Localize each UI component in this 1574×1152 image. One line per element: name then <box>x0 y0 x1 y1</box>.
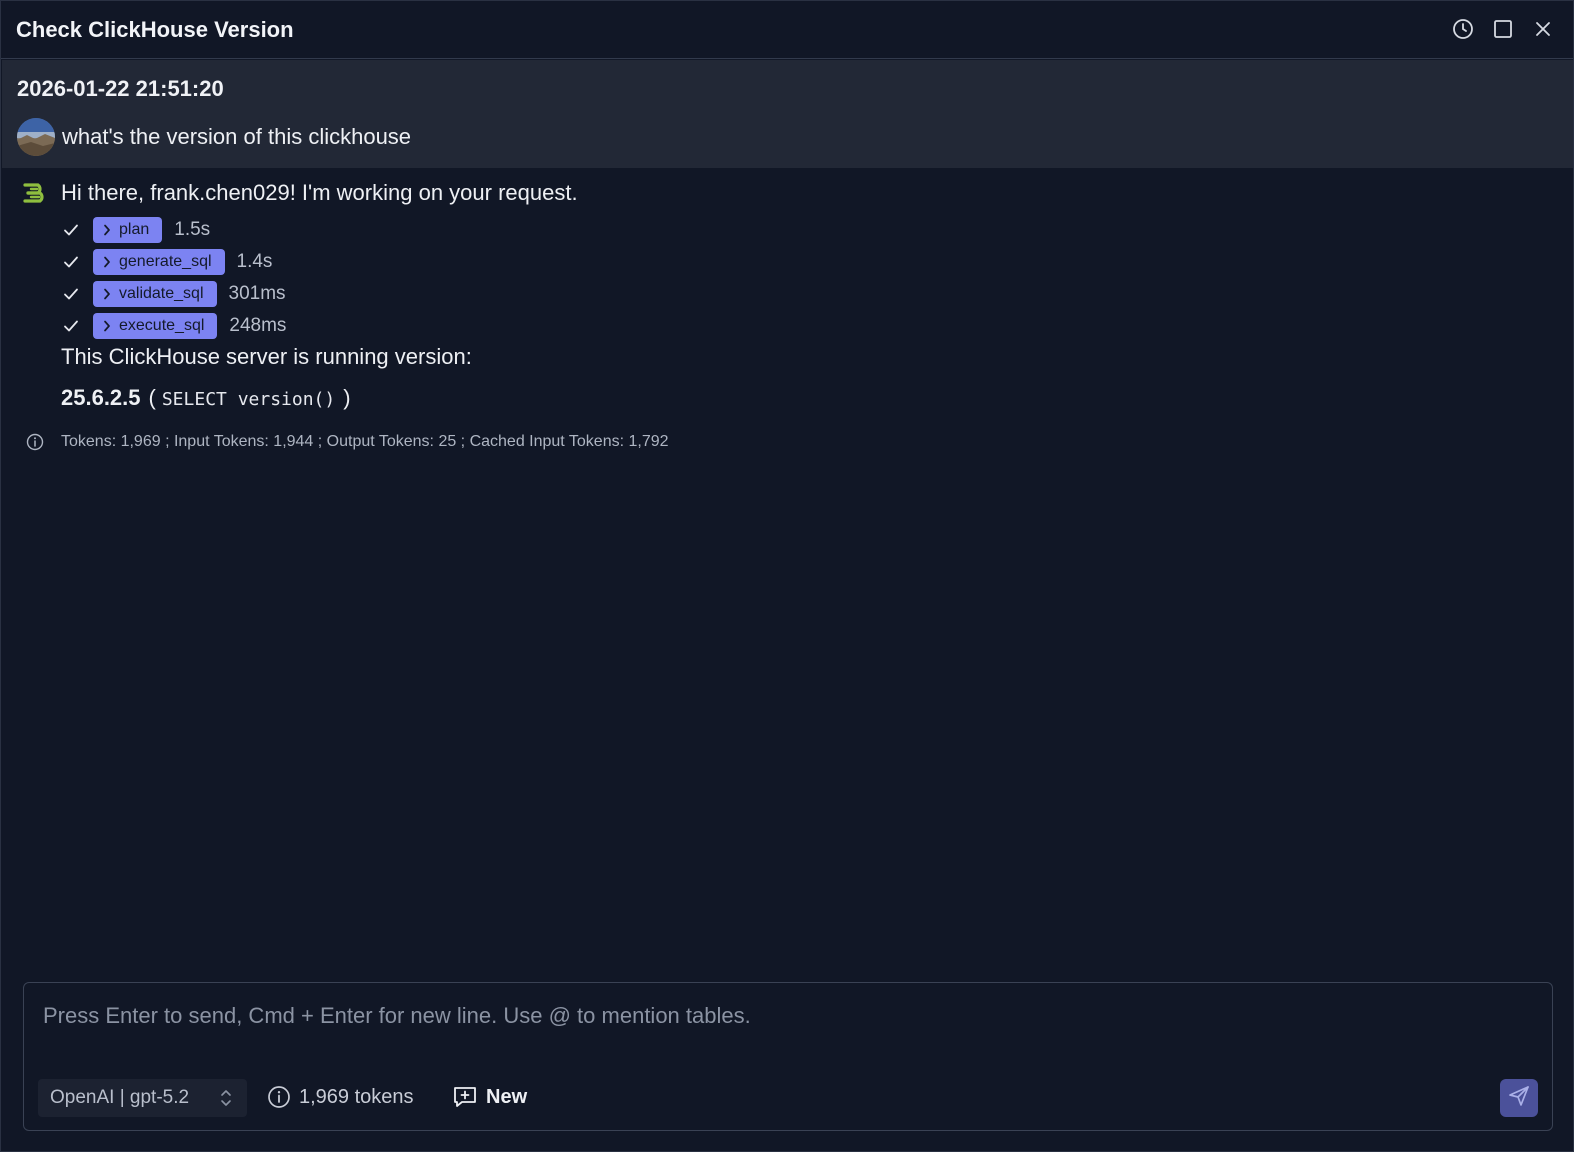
send-button[interactable] <box>1500 1079 1538 1117</box>
info-icon <box>25 432 45 452</box>
new-chat-icon <box>452 1085 478 1109</box>
message-timestamp: 2026-01-22 21:51:20 <box>17 76 224 101</box>
version-number: 25.6.2.5 <box>61 385 141 410</box>
step-tag-execute-sql[interactable]: execute_sql <box>93 313 218 339</box>
token-count-label: 1,969 tokens <box>299 1085 414 1108</box>
check-icon <box>61 252 81 272</box>
step-duration: 248ms <box>229 315 287 336</box>
step-name: validate_sql <box>119 285 204 302</box>
step-row: execute_sql 248ms <box>61 310 286 342</box>
token-stats-text: Tokens: 1,969 ; Input Tokens: 1,944 ; Ou… <box>61 433 669 450</box>
chevron-right-icon <box>103 320 111 332</box>
window-title: Check ClickHouse Version <box>16 16 294 42</box>
paren-open: ( <box>148 385 156 410</box>
chat-window: Check ClickHouse Version 2026-01-22 21:5… <box>0 0 1574 1152</box>
new-chat-label: New <box>486 1085 528 1108</box>
check-icon <box>61 284 81 304</box>
step-tag-generate-sql[interactable]: generate_sql <box>93 249 225 275</box>
avatar <box>17 118 55 156</box>
paren-close: ) <box>343 385 351 410</box>
check-icon <box>61 220 81 240</box>
chevron-right-icon <box>103 288 111 300</box>
step-row: validate_sql 301ms <box>61 278 286 310</box>
model-select[interactable]: OpenAI | gpt-5.2 <box>38 1079 247 1117</box>
step-row: generate_sql 1.4s <box>61 246 286 278</box>
window-controls <box>1451 17 1555 41</box>
user-message: 2026-01-22 21:51:20 what's the version o… <box>2 60 1573 168</box>
check-icon <box>61 316 81 336</box>
step-list: plan 1.5s generate_sql 1.4s validate_sql… <box>61 214 286 342</box>
chevron-right-icon <box>103 256 111 268</box>
info-icon <box>267 1085 291 1109</box>
token-count[interactable]: 1,969 tokens <box>267 1085 414 1109</box>
version-result: 25.6.2.5 ( SELECT version() ) <box>61 385 351 411</box>
history-icon[interactable] <box>1451 17 1475 41</box>
step-name: generate_sql <box>119 253 212 270</box>
assistant-logo-icon <box>22 182 48 209</box>
message-input[interactable]: Press Enter to send, Cmd + Enter for new… <box>43 1003 751 1029</box>
answer-text: This ClickHouse server is running versio… <box>61 344 472 369</box>
step-name: execute_sql <box>119 317 205 334</box>
step-duration: 1.4s <box>236 251 273 272</box>
step-name: plan <box>119 221 150 238</box>
chevron-right-icon <box>103 224 111 236</box>
step-row: plan 1.5s <box>61 214 286 246</box>
title-bar: Check ClickHouse Version <box>1 1 1573 59</box>
chevron-up-down-icon <box>219 1087 233 1115</box>
step-duration: 1.5s <box>174 219 211 240</box>
step-duration: 301ms <box>228 283 286 304</box>
user-message-text: what's the version of this clickhouse <box>62 124 412 149</box>
assistant-greeting: Hi there, frank.chen029! I'm working on … <box>61 180 578 205</box>
close-icon[interactable] <box>1531 17 1555 41</box>
model-label: OpenAI | gpt-5.2 <box>50 1087 190 1108</box>
sql-query: SELECT version() <box>161 389 336 410</box>
send-icon <box>1507 1084 1531 1113</box>
token-stats: Tokens: 1,969 ; Input Tokens: 1,944 ; Ou… <box>25 432 669 452</box>
composer: Press Enter to send, Cmd + Enter for new… <box>23 982 1553 1131</box>
step-tag-plan[interactable]: plan <box>93 217 163 243</box>
new-chat-button[interactable]: New <box>452 1085 527 1109</box>
step-tag-validate-sql[interactable]: validate_sql <box>93 281 217 307</box>
maximize-icon[interactable] <box>1491 17 1515 41</box>
